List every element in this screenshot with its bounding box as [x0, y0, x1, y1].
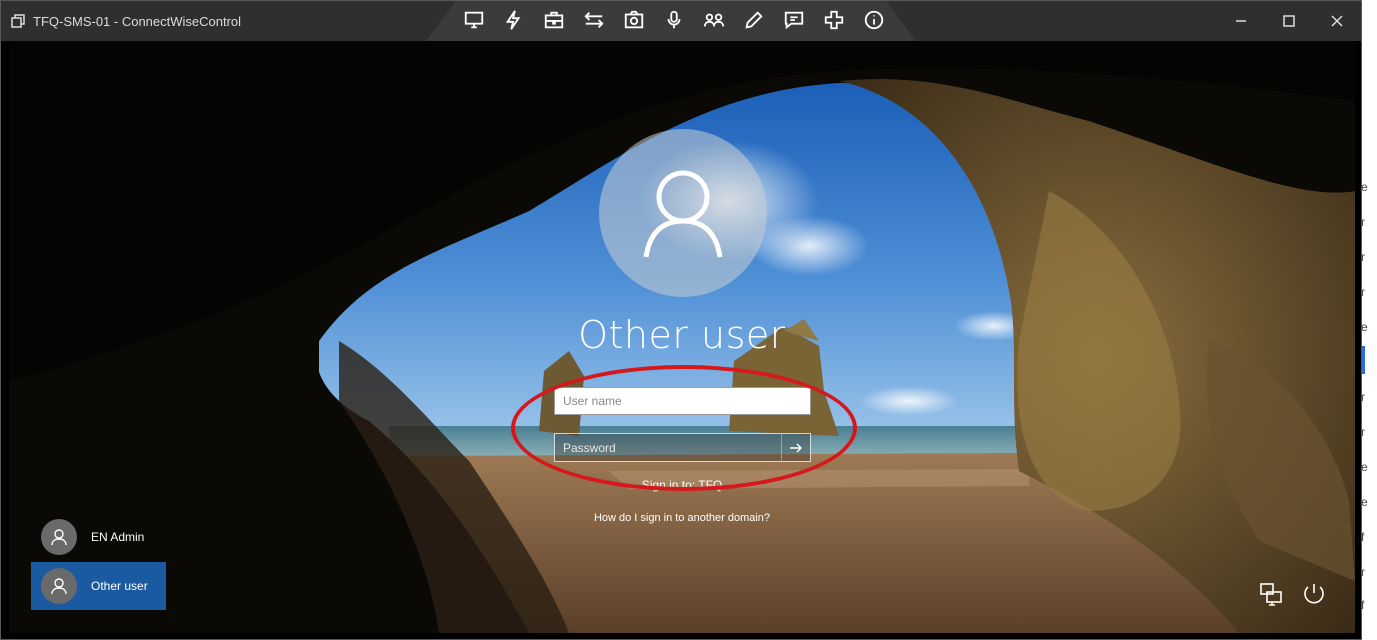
power-icon[interactable]: [1299, 579, 1329, 609]
microphone-icon[interactable]: [661, 7, 687, 33]
info-icon[interactable]: [861, 7, 887, 33]
window-restore-icon[interactable]: [11, 14, 25, 28]
background-text-fragment: e: [1361, 495, 1368, 509]
pencil-icon[interactable]: [741, 7, 767, 33]
user-tile-label: EN Admin: [91, 530, 145, 544]
background-text-fragment: e: [1361, 320, 1368, 334]
close-icon[interactable]: [1317, 9, 1357, 33]
user-avatar-large: [599, 129, 767, 297]
plus-cross-icon[interactable]: [821, 7, 847, 33]
submit-arrow-icon[interactable]: [781, 434, 810, 461]
chat-icon[interactable]: [781, 7, 807, 33]
remote-screen[interactable]: Other user Sign in to: TFQ How do I sign…: [9, 41, 1355, 633]
password-field[interactable]: [554, 433, 811, 462]
title-bar[interactable]: TFQ-SMS-01 - ConnectWiseControl: [1, 1, 1361, 41]
username-input[interactable]: [554, 387, 811, 415]
network-icon[interactable]: [1257, 579, 1287, 609]
toolbox-icon[interactable]: [541, 7, 567, 33]
minimize-icon[interactable]: [1221, 9, 1261, 33]
camera-icon[interactable]: [621, 7, 647, 33]
user-tile-other-user[interactable]: Other user: [31, 562, 166, 610]
user-icon: [41, 519, 77, 555]
background-text-fragment: e: [1361, 460, 1368, 474]
window-title-text: TFQ-SMS-01 - ConnectWiseControl: [33, 13, 242, 29]
monitor-icon[interactable]: [461, 7, 487, 33]
users-icon[interactable]: [701, 7, 727, 33]
other-domain-link[interactable]: How do I sign in to another domain?: [9, 512, 1355, 524]
selected-user-name: Other user: [578, 313, 786, 357]
transfer-arrows-icon[interactable]: [581, 7, 607, 33]
user-tile-en-admin[interactable]: EN Admin: [31, 513, 166, 561]
password-input[interactable]: [555, 434, 782, 461]
sign-in-domain-text: Sign in to: TFQ: [641, 478, 723, 492]
window-title: TFQ-SMS-01 - ConnectWiseControl: [11, 11, 241, 31]
lightning-icon[interactable]: [501, 7, 527, 33]
maximize-icon[interactable]: [1269, 9, 1309, 33]
user-icon: [643, 170, 723, 258]
background-text-fragment: e: [1361, 180, 1368, 194]
session-toolbar: [461, 7, 887, 33]
user-tile-label: Other user: [91, 579, 148, 593]
user-icon: [41, 568, 77, 604]
remote-session-window: TFQ-SMS-01 - ConnectWiseControl Other us…: [0, 0, 1362, 640]
